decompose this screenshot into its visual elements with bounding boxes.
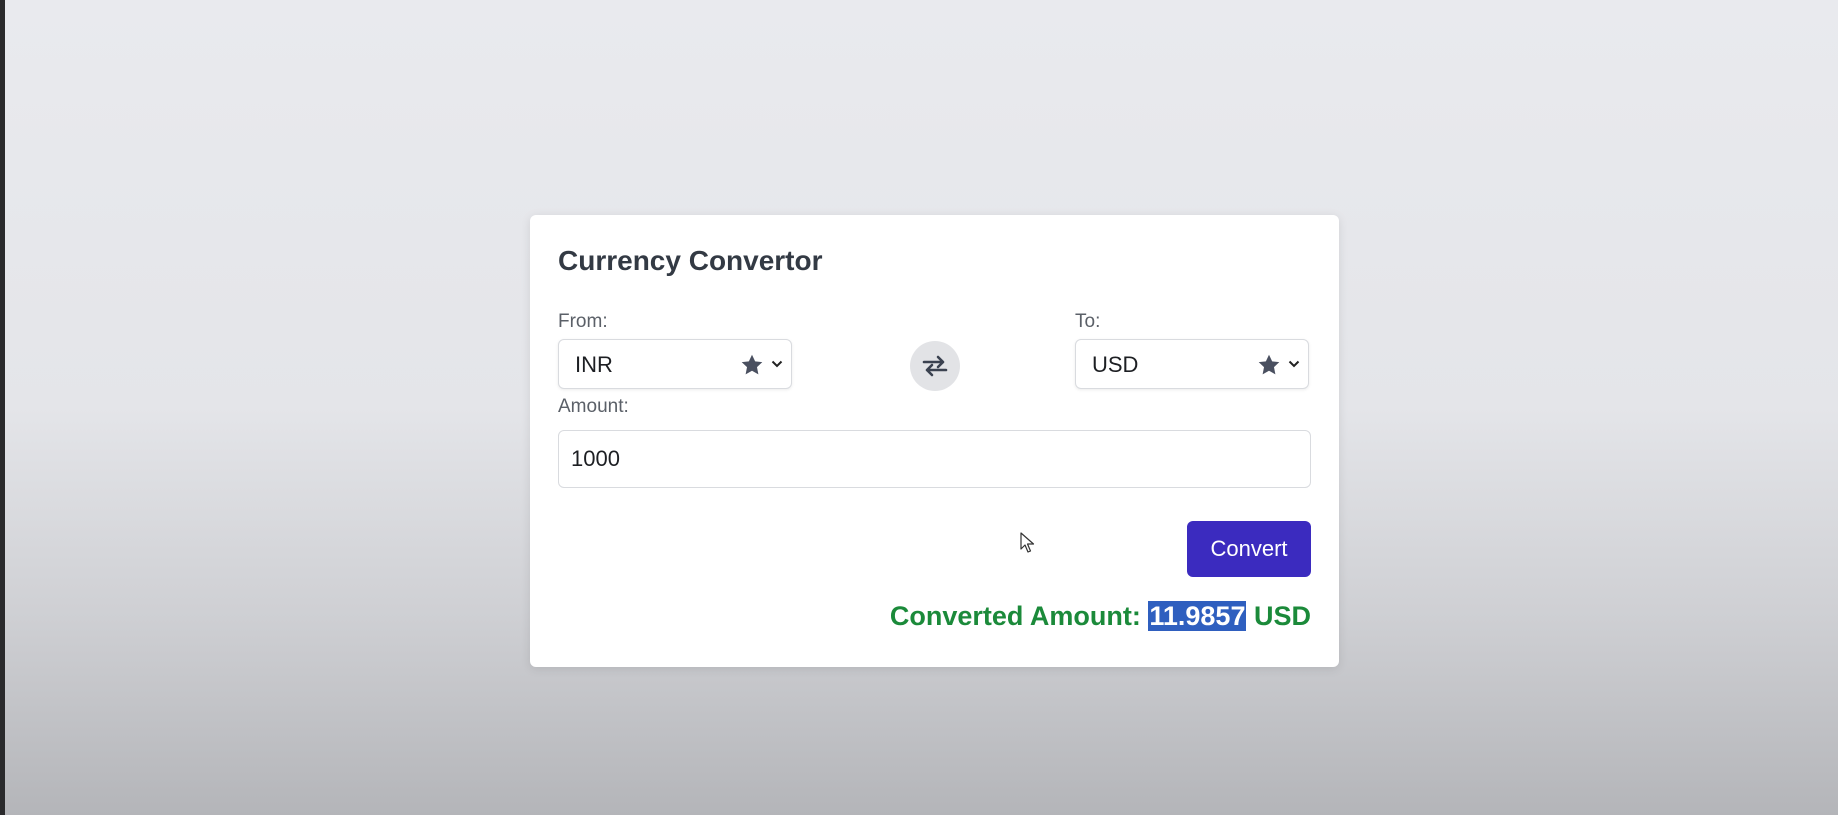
from-currency-value: INR [575, 352, 613, 377]
convert-button[interactable]: Convert [1187, 521, 1311, 577]
result-currency: USD [1253, 601, 1311, 631]
converted-amount: Converted Amount: 11.9857 USD [890, 601, 1311, 632]
to-currency-value: USD [1092, 352, 1139, 377]
star-icon[interactable] [1256, 352, 1282, 378]
amount-input[interactable] [558, 430, 1311, 488]
amount-label: Amount: [558, 396, 629, 417]
window-edge [0, 0, 5, 815]
page-title: Currency Convertor [558, 245, 823, 276]
converter-card: Currency Convertor From: INR To: USD Amo… [530, 215, 1339, 667]
result-value[interactable]: 11.9857 [1148, 601, 1247, 631]
to-label: To: [1075, 311, 1101, 332]
to-currency-select[interactable]: USD [1075, 339, 1309, 389]
mouse-pointer-icon [1020, 532, 1035, 553]
chevron-down-icon [1288, 360, 1300, 368]
swap-arrows-icon [922, 355, 948, 377]
result-prefix: Converted Amount: [889, 601, 1141, 631]
star-icon[interactable] [739, 352, 765, 378]
swap-currencies-button[interactable] [910, 341, 960, 391]
chevron-down-icon [771, 360, 783, 368]
from-label: From: [558, 311, 608, 332]
from-currency-select[interactable]: INR [558, 339, 792, 389]
